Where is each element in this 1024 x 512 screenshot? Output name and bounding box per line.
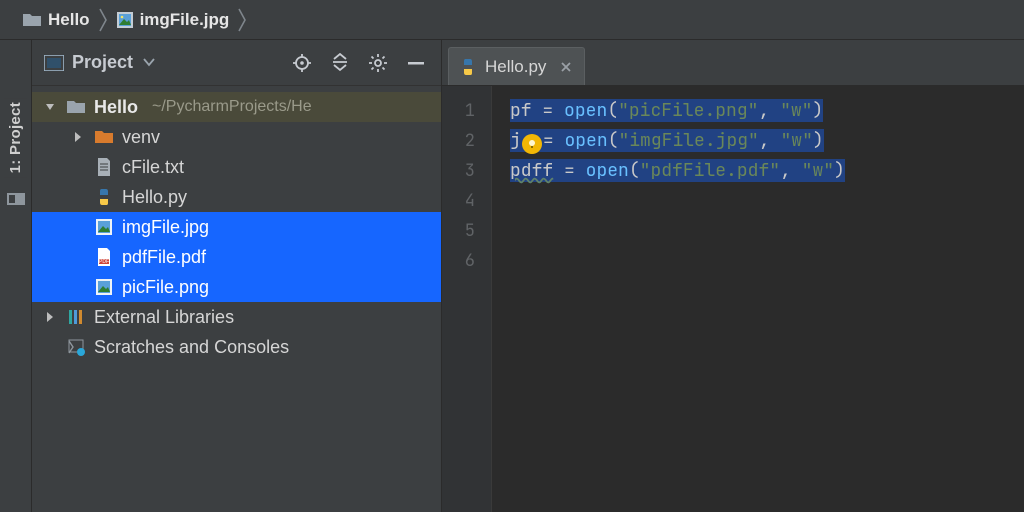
breadcrumb-label: Hello — [48, 10, 90, 30]
chevron-right-icon — [94, 2, 112, 38]
python-file-icon — [94, 188, 114, 206]
python-file-icon — [459, 58, 477, 76]
tree-item-label: External Libraries — [94, 307, 234, 328]
editor-body: 1 2 3 4 5 6 pf = open("picFile.png", "w"… — [442, 86, 1024, 512]
tree-item-label: Hello.py — [122, 187, 187, 208]
chevron-right-icon — [70, 131, 86, 143]
intention-bulb-icon[interactable] — [522, 134, 542, 154]
svg-text:PDF: PDF — [99, 259, 109, 265]
chevron-right-icon — [42, 311, 58, 323]
tree-item-label: venv — [122, 127, 160, 148]
tree-item-cfile[interactable]: cFile.txt — [32, 152, 441, 182]
editor-code[interactable]: pf = open("picFile.png", "w") j= open("i… — [492, 86, 1024, 512]
code-line: pdff = open("pdfFile.pdf", "w") — [510, 156, 1024, 186]
lib-icon — [66, 308, 86, 326]
editor-tabs: Hello.py — [442, 40, 1024, 86]
breadcrumb-item-file[interactable]: imgFile.jpg — [116, 10, 230, 30]
line-number: 6 — [442, 246, 475, 276]
project-toolwindow: Project — [32, 40, 442, 512]
text-file-icon — [94, 158, 114, 176]
project-view-icon — [44, 55, 64, 71]
hide-toolwindow-button[interactable] — [401, 48, 431, 78]
scratch-icon — [66, 338, 86, 356]
folder-icon — [94, 129, 114, 145]
line-number: 5 — [442, 216, 475, 246]
close-icon[interactable] — [560, 61, 572, 73]
tree-item-label: picFile.png — [122, 277, 209, 298]
folder-icon — [22, 12, 42, 28]
image-file-icon — [116, 11, 134, 29]
project-toolwindow-header: Project — [32, 40, 441, 86]
toolwindow-rail: 1: Project — [0, 40, 32, 512]
editor-tab-hellopy[interactable]: Hello.py — [448, 47, 585, 85]
editor-area: Hello.py 1 2 3 4 5 6 pf = open("picFile.… — [442, 40, 1024, 512]
code-line: j= open("imgFile.jpg", "w") — [510, 126, 1024, 156]
tree-item-label: cFile.txt — [122, 157, 184, 178]
settings-button[interactable] — [363, 48, 393, 78]
project-tree[interactable]: Hello ~/PycharmProjects/He venv cFile.tx… — [32, 86, 441, 374]
tree-item-external-libraries[interactable]: External Libraries — [32, 302, 441, 332]
line-number: 1 — [442, 96, 475, 126]
line-number: 2 — [442, 126, 475, 156]
chevron-down-icon — [42, 101, 58, 113]
image-file-icon — [94, 278, 114, 296]
chevron-down-icon — [143, 58, 155, 67]
project-rail-icon — [7, 191, 25, 207]
tree-item-imgfile[interactable]: imgFile.jpg — [32, 212, 441, 242]
rail-tab-project[interactable]: 1: Project — [4, 98, 27, 177]
locate-button[interactable] — [287, 48, 317, 78]
tree-item-label: pdfFile.pdf — [122, 247, 206, 268]
image-file-icon — [94, 218, 114, 236]
chevron-right-icon — [233, 2, 251, 38]
project-view-selector[interactable]: Project — [44, 52, 155, 73]
tree-item-label: imgFile.jpg — [122, 217, 209, 238]
tree-item-picfile[interactable]: picFile.png — [32, 272, 441, 302]
line-number: 3 — [442, 156, 475, 186]
code-line: pf = open("picFile.png", "w") — [510, 96, 1024, 126]
tree-root-name: Hello — [94, 97, 138, 118]
breadcrumb-label: imgFile.jpg — [140, 10, 230, 30]
tree-item-hellopy[interactable]: Hello.py — [32, 182, 441, 212]
breadcrumb-item-root[interactable]: Hello — [22, 10, 90, 30]
project-view-label: Project — [72, 52, 133, 73]
editor-gutter: 1 2 3 4 5 6 — [442, 86, 492, 512]
tree-item-venv[interactable]: venv — [32, 122, 441, 152]
editor-tab-label: Hello.py — [485, 57, 546, 77]
collapse-all-button[interactable] — [325, 48, 355, 78]
tree-item-scratches[interactable]: Scratches and Consoles — [32, 332, 441, 362]
tree-root-path: ~/PycharmProjects/He — [152, 98, 312, 116]
folder-icon — [66, 99, 86, 115]
tree-root[interactable]: Hello ~/PycharmProjects/He — [32, 92, 441, 122]
tree-item-label: Scratches and Consoles — [94, 337, 289, 358]
breadcrumb: Hello imgFile.jpg — [0, 0, 1024, 40]
tree-item-pdffile[interactable]: PDF pdfFile.pdf — [32, 242, 441, 272]
pdf-file-icon: PDF — [94, 248, 114, 266]
line-number: 4 — [442, 186, 475, 216]
